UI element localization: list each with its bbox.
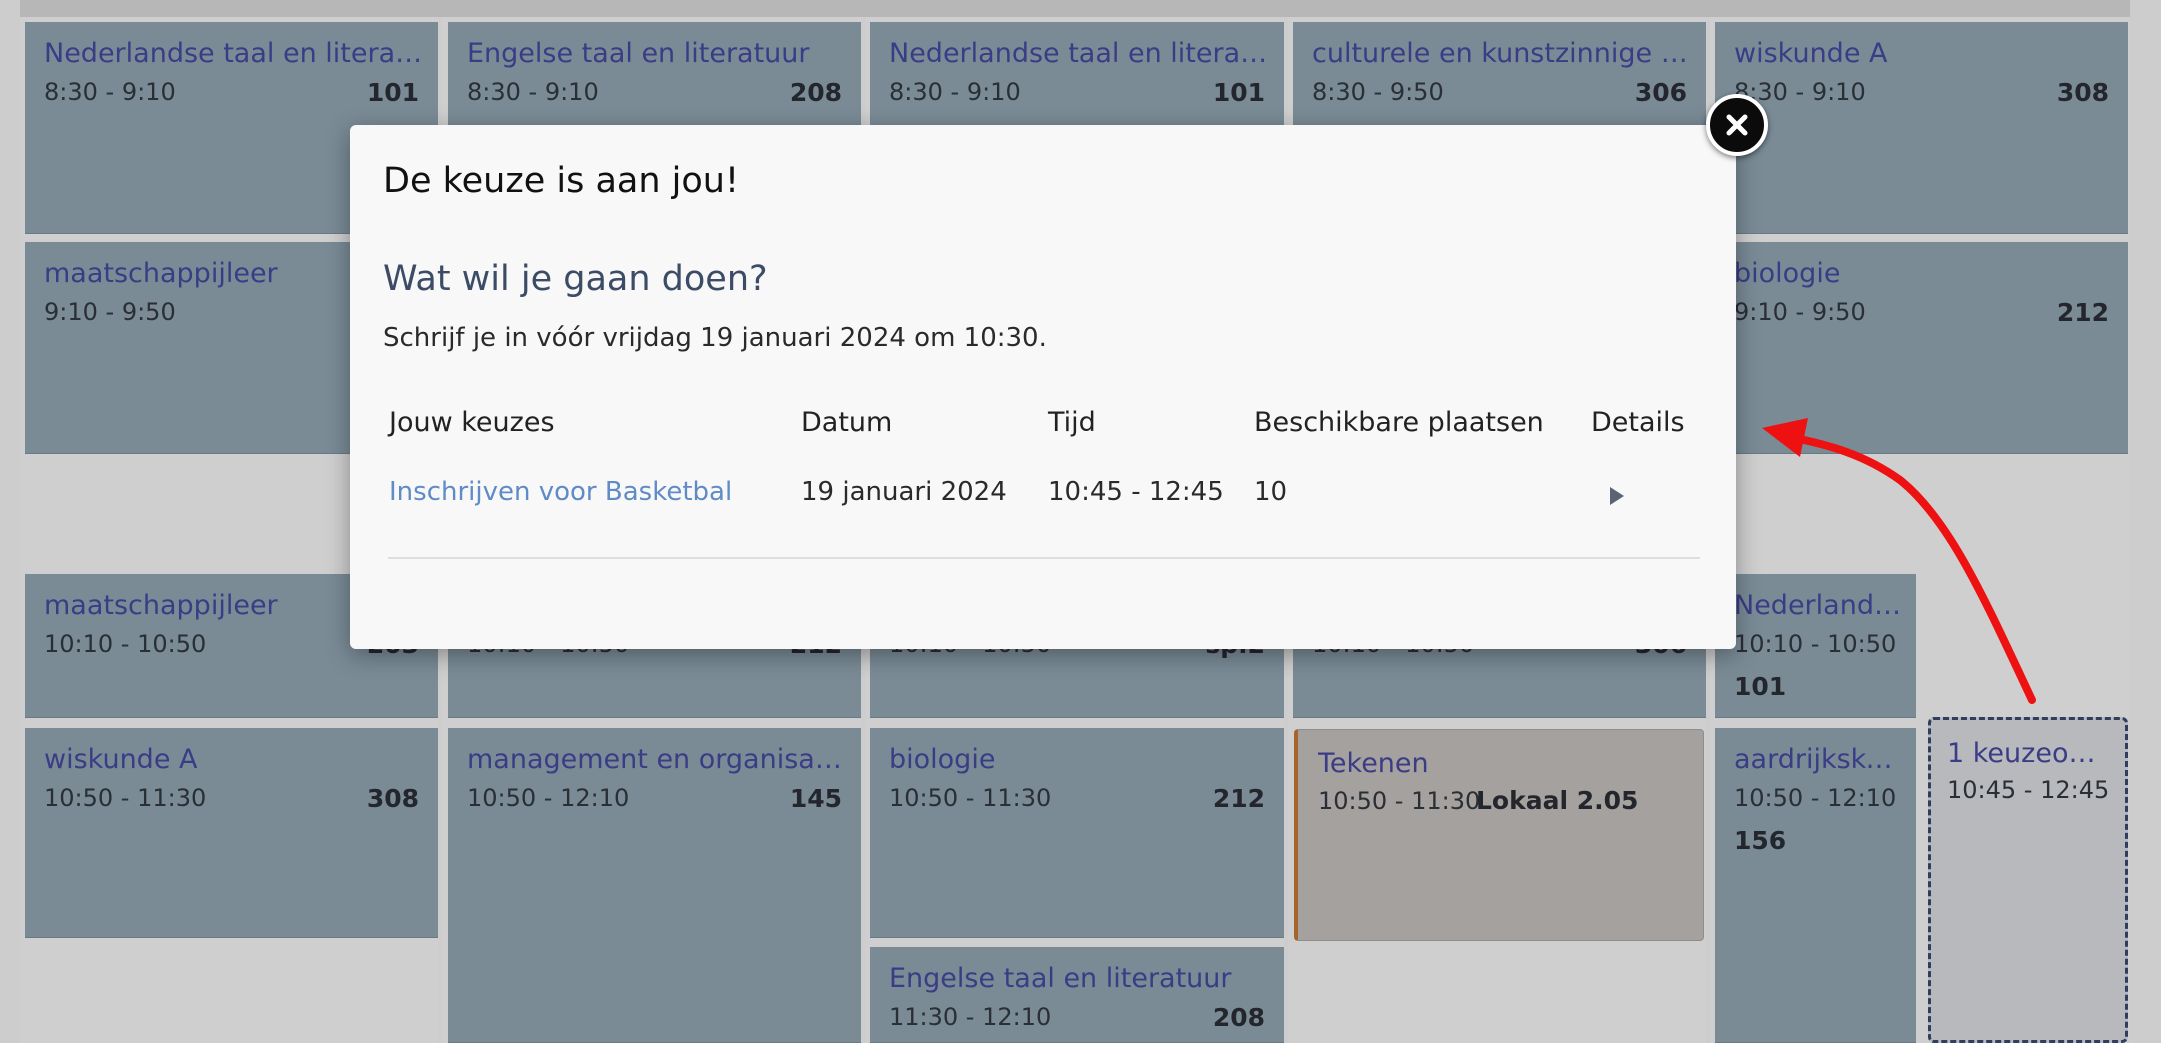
choice-places: 10 [1254,477,1288,507]
choice-date: 19 januari 2024 [801,477,1007,507]
column-header-places: Beschikbare plaatsen [1254,407,1544,438]
close-icon[interactable] [1706,94,1768,156]
modal-title: De keuze is aan jou! [383,161,740,201]
modal-subtitle: Wat wil je gaan doen? [383,259,768,299]
table-divider [388,557,1700,559]
column-header-details: Details [1591,407,1685,438]
column-header-choices: Jouw keuzes [389,407,555,438]
play-icon[interactable] [1608,485,1626,511]
choice-time: 10:45 - 12:45 [1048,477,1224,507]
choice-link-basketbal[interactable]: Inschrijven voor Basketbal [389,477,732,507]
deadline-text: Schrijf je in vóór vrijdag 19 januari 20… [383,323,1047,353]
column-header-date: Datum [801,407,893,438]
choice-modal: De keuze is aan jou! Wat wil je gaan doe… [350,125,1736,649]
column-header-time: Tijd [1048,407,1096,438]
